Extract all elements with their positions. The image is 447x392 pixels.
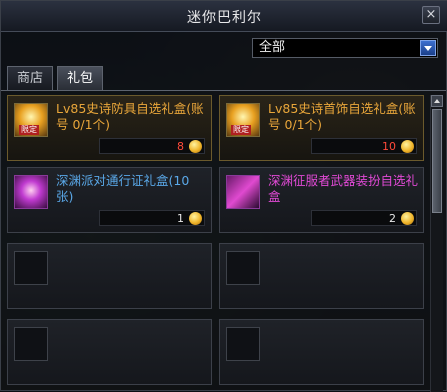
weapon-avatar-box-icon [226, 175, 260, 209]
window-title: 迷你巴利尔 [187, 10, 262, 26]
coin-icon [401, 140, 414, 153]
empty-item-slot [7, 319, 212, 385]
item-name: 深渊派对通行证礼盒(10张) [56, 173, 190, 204]
empty-item-slot [219, 319, 424, 385]
shop-item-slot[interactable]: 深渊征服者武器装扮自选礼盒 2 [219, 167, 424, 233]
tab-shop[interactable]: 商店 [7, 66, 53, 90]
filter-selected-value: 全部 [259, 40, 286, 55]
empty-slot-icon [14, 251, 48, 285]
shop-item-slot[interactable]: 限定 Lv85史诗首饰自选礼盒(账号 0/1个) 10 [219, 95, 424, 161]
abyss-pass-box-icon [14, 175, 48, 209]
empty-item-slot [7, 243, 212, 309]
price-box: 8 [99, 138, 205, 154]
close-button[interactable]: × [422, 6, 440, 24]
limited-gift-box-icon: 限定 [226, 103, 260, 137]
price-box: 10 [311, 138, 417, 154]
mini-shop-window: 迷你巴利尔 × 全部 商店 礼包 限定 Lv85史诗防具自选礼盒(账号 0/1个… [0, 0, 447, 392]
empty-item-slot [219, 243, 424, 309]
coin-icon [189, 212, 202, 225]
item-price: 10 [382, 140, 396, 153]
item-name: 深渊征服者武器装扮自选礼盒 [268, 173, 419, 204]
category-filter-dropdown[interactable]: 全部 [252, 38, 438, 58]
empty-slot-icon [226, 251, 260, 285]
coin-icon [401, 212, 414, 225]
scroll-thumb[interactable] [432, 109, 442, 213]
item-name: Lv85史诗防具自选礼盒(账号 0/1个) [56, 101, 204, 132]
empty-slot-icon [226, 327, 260, 361]
shop-item-slot[interactable]: 限定 Lv85史诗防具自选礼盒(账号 0/1个) 8 [7, 95, 212, 161]
chevron-down-icon[interactable] [420, 40, 436, 56]
item-price: 8 [177, 140, 184, 153]
title-bar[interactable]: 迷你巴利尔 × [1, 1, 447, 32]
item-price: 2 [389, 212, 396, 225]
empty-slot-icon [14, 327, 48, 361]
scroll-up-arrow-icon[interactable] [431, 95, 443, 107]
limited-badge: 限定 [19, 125, 39, 135]
coin-icon [189, 140, 202, 153]
limited-gift-box-icon: 限定 [14, 103, 48, 137]
price-box: 1 [99, 210, 205, 226]
price-box: 2 [311, 210, 417, 226]
limited-badge: 限定 [231, 125, 251, 135]
item-price: 1 [177, 212, 184, 225]
item-grid: 限定 Lv85史诗防具自选礼盒(账号 0/1个) 8 限定 Lv85史诗首饰自选… [7, 95, 425, 392]
tab-divider [1, 90, 446, 91]
item-name: Lv85史诗首饰自选礼盒(账号 0/1个) [268, 101, 416, 132]
scrollbar[interactable] [430, 95, 443, 392]
close-icon: × [425, 7, 437, 22]
tab-gift-pack[interactable]: 礼包 [57, 66, 103, 90]
shop-item-slot[interactable]: 深渊派对通行证礼盒(10张) 1 [7, 167, 212, 233]
